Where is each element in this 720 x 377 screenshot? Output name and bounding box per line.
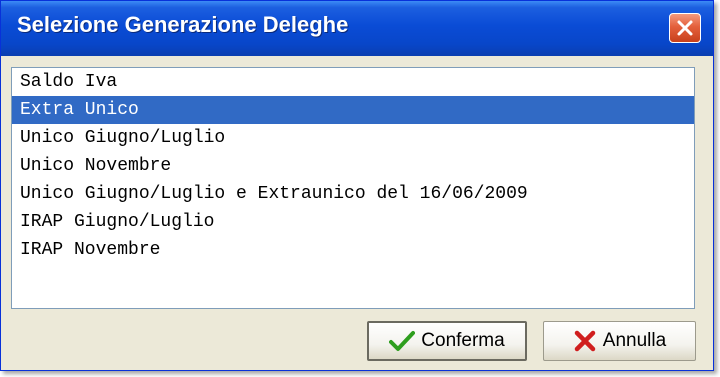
list-item-unico-extraunico[interactable]: Unico Giugno/Luglio e Extraunico del 16/… [12,180,694,208]
list-item-unico-giugno-luglio[interactable]: Unico Giugno/Luglio [12,124,694,152]
list-item-extra-unico[interactable]: Extra Unico [12,96,694,124]
list-item-irap-giugno-luglio[interactable]: IRAP Giugno/Luglio [12,208,694,236]
close-icon [677,20,693,36]
window-title: Selezione Generazione Deleghe [17,12,349,37]
checkmark-icon [389,330,416,352]
confirm-button-label: Conferma [421,330,505,351]
close-button[interactable] [669,13,701,43]
list-item-unico-novembre[interactable]: Unico Novembre [12,152,694,180]
red-x-icon [573,330,597,352]
delegation-list[interactable]: Saldo Iva Extra Unico Unico Giugno/Lugli… [11,67,695,309]
list-item-irap-novembre[interactable]: IRAP Novembre [12,236,694,264]
list-item-saldo-iva[interactable]: Saldo Iva [12,68,694,96]
title-bar[interactable]: Selezione Generazione Deleghe [1,1,713,56]
dialog-window: Selezione Generazione Deleghe Saldo Iva … [0,0,714,371]
cancel-button[interactable]: Annulla [543,321,696,361]
confirm-button[interactable]: Conferma [367,321,527,361]
cancel-button-label: Annulla [602,330,667,351]
